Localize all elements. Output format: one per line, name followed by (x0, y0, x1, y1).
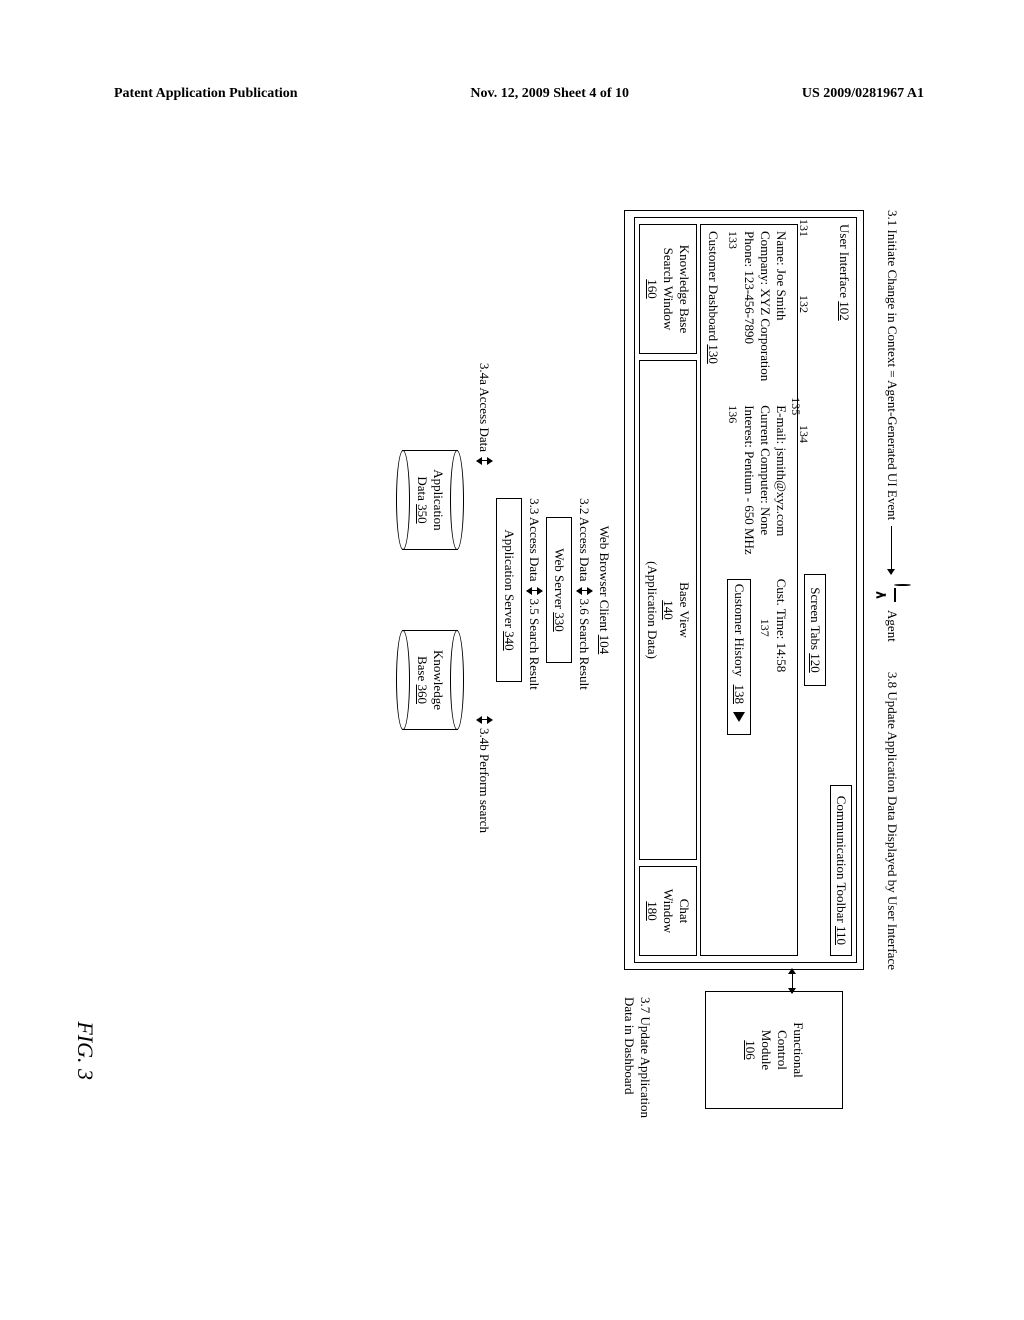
figure-label: FIG. 3 (72, 1021, 98, 1080)
ref-120: 120 (808, 653, 823, 673)
base-view-panel: Base View 140 (Application Data) (639, 360, 697, 860)
connector-3-4a (477, 460, 492, 461)
ref-133: 133 (726, 231, 740, 249)
ref-132: 132 (796, 295, 811, 313)
ref-130: 130 (706, 344, 721, 364)
ref-330: 330 (552, 612, 567, 632)
server-stack: Web Browser Client 104 3.2 Access Data 3… (402, 210, 612, 970)
ref-106: 106 (742, 998, 758, 1102)
ref-138: 138 (731, 685, 747, 705)
figure-3-diagram: 3.1 Initiate Change in Context = Agent-G… (90, 210, 910, 970)
connector-3-3 (527, 590, 542, 591)
kb-cyl-l1: Knowledge (430, 650, 446, 710)
customer-history-label: Customer History (731, 584, 747, 677)
ref-140: 140 (660, 363, 676, 857)
browser-window: User Interface 102 Communication Toolbar… (624, 210, 864, 970)
chat-window-panel: Chat Window 180 (639, 866, 697, 956)
web-server-box: Web Server 330 (546, 517, 572, 662)
kb-search-window: Knowledge Base Search Window 160 (639, 224, 697, 354)
appdata-l1: Application (430, 469, 446, 530)
bv-l3: (Application Data) (644, 363, 660, 857)
customer-dashboard-box: 131 132 134 Name: Joe Smith Company: XYZ… (700, 224, 798, 956)
top-flow: 3.1 Initiate Change in Context = Agent-G… (874, 210, 910, 970)
step-3-1-label: 3.1 Initiate Change in Context = Agent-G… (884, 210, 900, 520)
ref-137: 137 (758, 619, 772, 637)
arrow-3-1 (892, 526, 893, 574)
kb-l1: Knowledge Base (676, 227, 692, 351)
knowledge-base-cylinder: Knowledge Base 360 (402, 630, 458, 730)
chat-l1: Chat (676, 869, 692, 953)
application-server-box: Application Server 340 (496, 498, 522, 681)
ref-160: 160 (644, 227, 660, 351)
ui-box: User Interface 102 Communication Toolbar… (634, 217, 857, 963)
appdata-l2: Data (415, 476, 430, 501)
ref-134: 134 (796, 425, 811, 443)
step-3-4b-label: 3.4b Perform search (476, 728, 492, 833)
application-data-cylinder: Application Data 350 (402, 450, 458, 550)
doc-number: US 2009/0281967 A1 (802, 86, 924, 102)
connector-func (792, 969, 793, 993)
ui-title: User Interface 102 (830, 224, 852, 321)
page-header: Patent Application Publication Nov. 12, … (114, 86, 924, 102)
func-l1: Functional (790, 998, 806, 1102)
connector-3-4b (477, 719, 492, 720)
chat-l2: Window (660, 869, 676, 953)
step-3-4a-label: 3.4a Access Data (476, 363, 492, 452)
dash-phone: Phone: 123-456-7890 (741, 231, 757, 381)
ref-340: 340 (502, 631, 517, 651)
step-3-8-label: 3.8 Update Application Data Displayed by… (884, 672, 900, 970)
step-3-5-label: 3.5 Search Result (526, 599, 542, 690)
bv-l1: Base View (676, 363, 692, 857)
pub-label: Patent Application Publication (114, 86, 298, 102)
dash-curr-computer: Current Computer: None (757, 405, 773, 554)
agent-label: Agent (884, 610, 900, 642)
dash-cust-time: Cust. Time: 14:58 (773, 579, 789, 735)
step-3-7-label: 3.7 Update Application Data in Dashboard (621, 997, 653, 1127)
sheet-label: Nov. 12, 2009 Sheet 4 of 10 (470, 86, 629, 102)
ref-350: 350 (415, 504, 430, 524)
screen-tabs-box: Screen Tabs 120 (804, 574, 826, 686)
ref-131: 131 (796, 219, 811, 237)
func-l2: Control (774, 998, 790, 1102)
step-3-6-label: 3.6 Search Result (576, 599, 592, 690)
ref-110: 110 (834, 926, 849, 945)
dash-company: Company: XYZ Corporation (757, 231, 773, 381)
kb-l2: Search Window (660, 227, 676, 351)
comm-toolbar-box: Communication Toolbar 110 (830, 785, 852, 956)
functional-control-module-box: Functional Control Module 106 (705, 991, 843, 1109)
step-3-2-label: 3.2 Access Data (576, 498, 592, 581)
ref-360: 360 (415, 685, 430, 705)
connector-3-2 (577, 590, 592, 591)
dash-name: Name: Joe Smith (773, 231, 789, 381)
ref-180: 180 (644, 869, 660, 953)
agent-icon (874, 584, 910, 606)
play-icon (733, 712, 745, 722)
web-browser-client-label: Web Browser Client 104 (596, 526, 612, 655)
customer-dashboard-title: Customer Dashboard (706, 231, 721, 341)
ref-136: 136 (726, 405, 740, 423)
step-3-3-label: 3.3 Access Data (526, 498, 542, 581)
kb-cyl-l2: Base (415, 656, 430, 681)
ref-104: 104 (597, 635, 612, 655)
func-l3: Module (758, 998, 774, 1102)
dash-interest: Interest: Pentium - 650 MHz (741, 405, 757, 554)
dash-email: E-mail: jsmith@xyz.com (773, 405, 789, 554)
ref-102: 102 (837, 301, 852, 321)
ref-135: 135 (788, 397, 803, 415)
customer-history-button[interactable]: Customer History 138 (727, 579, 751, 735)
